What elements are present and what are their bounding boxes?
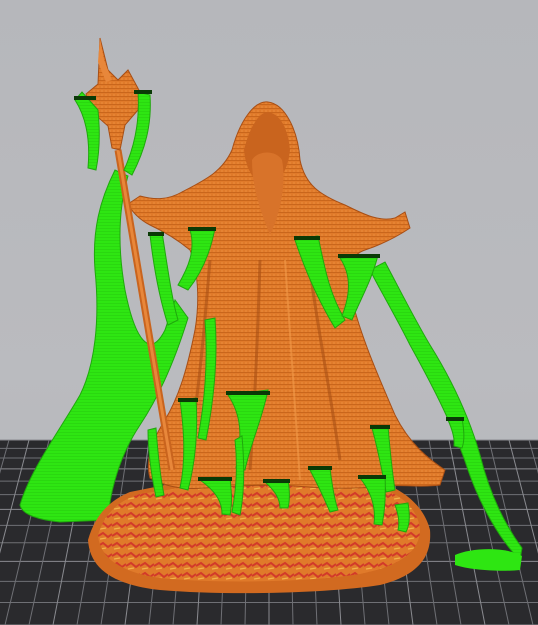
support-branch-a xyxy=(149,231,179,326)
support-branch-p xyxy=(447,417,465,449)
support-right-foot xyxy=(455,549,522,571)
3d-viewport[interactable] xyxy=(0,0,538,625)
model-scene xyxy=(19,37,523,594)
